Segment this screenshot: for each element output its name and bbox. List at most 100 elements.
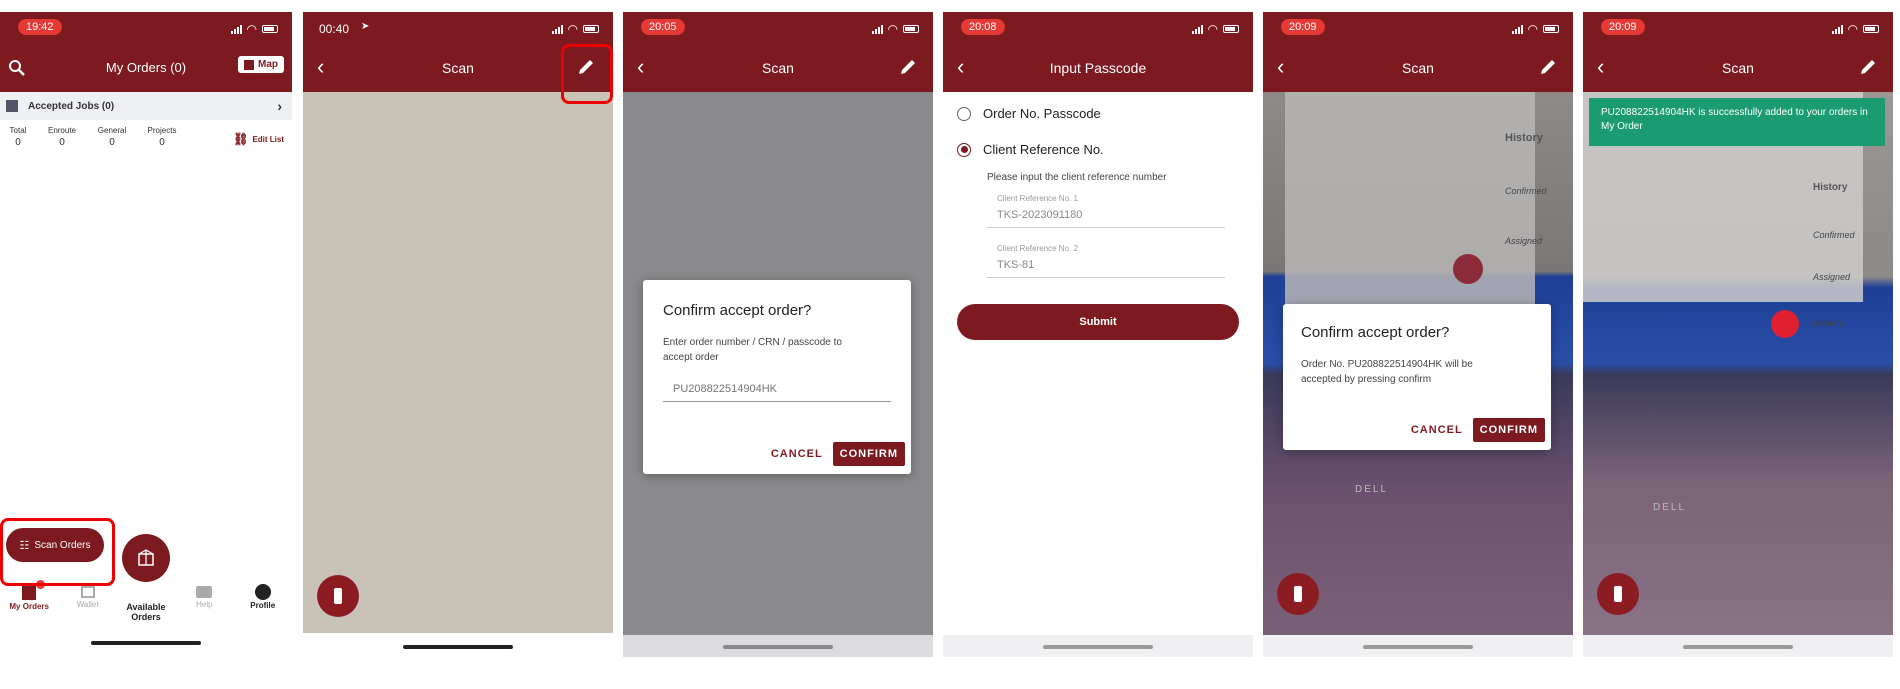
accepted-jobs-label: Accepted Jobs (0) xyxy=(28,100,115,112)
status-bar: 20:05 ◠ xyxy=(623,12,933,46)
page-title: Scan xyxy=(762,60,794,76)
field-label: Client Reference No. 1 xyxy=(997,194,1078,203)
client-ref-field-1[interactable]: Client Reference No. 1 TKS-2023091180 xyxy=(987,194,1225,228)
signal-icon xyxy=(551,24,563,34)
status-icons: ◠ xyxy=(871,22,919,36)
edit-list-icon: ⛓ xyxy=(233,132,249,146)
option-order-passcode[interactable]: Order No. Passcode xyxy=(957,106,1101,121)
battery-icon xyxy=(262,25,278,33)
tab-wallet[interactable]: Wallet xyxy=(65,584,111,624)
tab-available-orders[interactable]: Available Orders xyxy=(123,584,169,624)
status-bar: 20:09 ◠ xyxy=(1263,12,1573,46)
battery-icon xyxy=(1863,25,1879,33)
screen-scan-camera: 00:40 ➤ ◠ ‹ Scan xyxy=(303,12,613,657)
option-label: Order No. Passcode xyxy=(983,106,1101,121)
tab-profile[interactable]: Profile xyxy=(240,584,286,624)
flashlight-icon xyxy=(1614,586,1622,602)
status-bar: 20:08 ◠ xyxy=(943,12,1253,46)
status-time: 20:08 xyxy=(961,19,1005,35)
tab-label: My Orders xyxy=(9,602,49,611)
client-ref-field-2[interactable]: Client Reference No. 2 TKS-81 xyxy=(987,244,1225,278)
map-button[interactable]: Map xyxy=(238,56,284,73)
bg-dell-text: DELL xyxy=(1355,484,1389,495)
home-indicator xyxy=(723,645,833,649)
status-time: 19:42 xyxy=(18,19,62,35)
option-label: Client Reference No. xyxy=(983,142,1104,157)
flashlight-button[interactable] xyxy=(1277,573,1319,615)
edit-list-button[interactable]: ⛓ Edit List xyxy=(233,132,284,146)
edit-pencil-icon[interactable] xyxy=(1857,56,1879,78)
screen-success-toast: 20:09 ◠ ‹ Scan History Confirmed Assigne… xyxy=(1583,12,1893,657)
accepted-jobs-row[interactable]: Accepted Jobs (0) › xyxy=(0,92,292,120)
tab-label: Profile xyxy=(250,601,276,610)
status-time: 20:05 xyxy=(641,19,685,35)
cancel-button[interactable]: CANCEL xyxy=(771,448,823,460)
signal-icon xyxy=(1511,24,1523,34)
toast-message: PU208822514904HK is successfully added t… xyxy=(1601,107,1868,132)
stat-total: Total 0 xyxy=(6,126,30,148)
wifi-icon: ◠ xyxy=(1527,22,1538,36)
option-client-reference[interactable]: Client Reference No. xyxy=(957,142,1104,157)
list-icon xyxy=(6,100,18,112)
tab-my-orders[interactable]: My Orders xyxy=(6,580,52,624)
dialog-title: Confirm accept order? xyxy=(1301,324,1450,341)
stat-value: 0 xyxy=(15,137,21,148)
bg-history-text: History xyxy=(1813,182,1848,193)
screen-confirm-input: 20:05 ◠ ‹ Scan Confirm accept order? Ent… xyxy=(623,12,933,657)
cancel-button[interactable]: CANCEL xyxy=(1411,424,1463,436)
confirm-dialog: Confirm accept order? Order No. PU208822… xyxy=(1283,304,1551,450)
wifi-icon: ◠ xyxy=(1207,22,1218,36)
page-title: Scan xyxy=(1722,60,1754,76)
home-indicator xyxy=(1363,645,1473,649)
confirm-button[interactable]: CONFIRM xyxy=(832,442,905,466)
confirm-button[interactable]: CONFIRM xyxy=(1472,418,1545,442)
wifi-icon: ◠ xyxy=(1847,22,1858,36)
box-icon xyxy=(138,549,154,566)
flashlight-button[interactable] xyxy=(1597,573,1639,615)
dialog-message: Enter order number / CRN / passcode to a… xyxy=(663,337,842,363)
hint-text: Please input the client reference number xyxy=(987,172,1167,183)
highlight-edit-pencil xyxy=(561,44,613,104)
signal-icon xyxy=(871,24,883,34)
wallet-icon xyxy=(80,586,95,598)
battery-icon xyxy=(1223,25,1239,33)
wifi-icon: ◠ xyxy=(567,22,578,36)
edit-list-label: Edit List xyxy=(252,134,284,144)
status-bar: 00:40 ➤ ◠ xyxy=(303,12,613,46)
orders-icon xyxy=(22,586,37,600)
page-title: Scan xyxy=(1402,60,1434,76)
top-bar: My Orders (0) Map xyxy=(0,46,292,92)
status-bar: 19:42 ◠ xyxy=(0,12,292,46)
location-icon: ➤ xyxy=(361,21,370,32)
signal-icon xyxy=(1191,24,1203,34)
stat-label: General xyxy=(97,126,127,135)
status-time: 20:09 xyxy=(1281,19,1325,35)
bg-fab-icon xyxy=(1771,310,1799,338)
flashlight-icon xyxy=(334,588,342,604)
bg-confirmed-text: Confirmed xyxy=(1813,230,1855,240)
tab-label: Available Orders xyxy=(126,602,166,622)
edit-pencil-icon[interactable] xyxy=(1537,56,1559,78)
camera-view xyxy=(303,92,613,633)
available-orders-fab[interactable] xyxy=(122,534,170,582)
flashlight-button[interactable] xyxy=(317,575,359,617)
status-icons: ◠ xyxy=(1511,22,1559,36)
submit-button[interactable]: Submit xyxy=(957,304,1239,340)
signal-icon xyxy=(1831,24,1843,34)
radio-selected-icon xyxy=(957,142,971,157)
page-title: Input Passcode xyxy=(1049,60,1147,76)
order-number-input[interactable] xyxy=(663,377,891,402)
map-label: Map xyxy=(258,59,278,70)
status-icons: ◠ xyxy=(1831,22,1879,36)
tab-help[interactable]: Help xyxy=(181,584,227,624)
background-card xyxy=(1285,92,1535,312)
signal-icon xyxy=(230,24,242,34)
edit-pencil-icon[interactable] xyxy=(897,56,919,78)
top-bar: ‹ Scan xyxy=(1583,46,1893,92)
dialog-actions: CANCEL CONFIRM xyxy=(1411,418,1545,442)
dialog-actions: CANCEL CONFIRM xyxy=(771,442,905,466)
confirm-dialog: Confirm accept order? Enter order number… xyxy=(643,280,911,474)
dialog-title: Confirm accept order? xyxy=(663,302,812,319)
stats-row: Total 0 Enroute 0 General 0 Projects 0 xyxy=(6,126,180,148)
home-indicator xyxy=(91,641,201,645)
